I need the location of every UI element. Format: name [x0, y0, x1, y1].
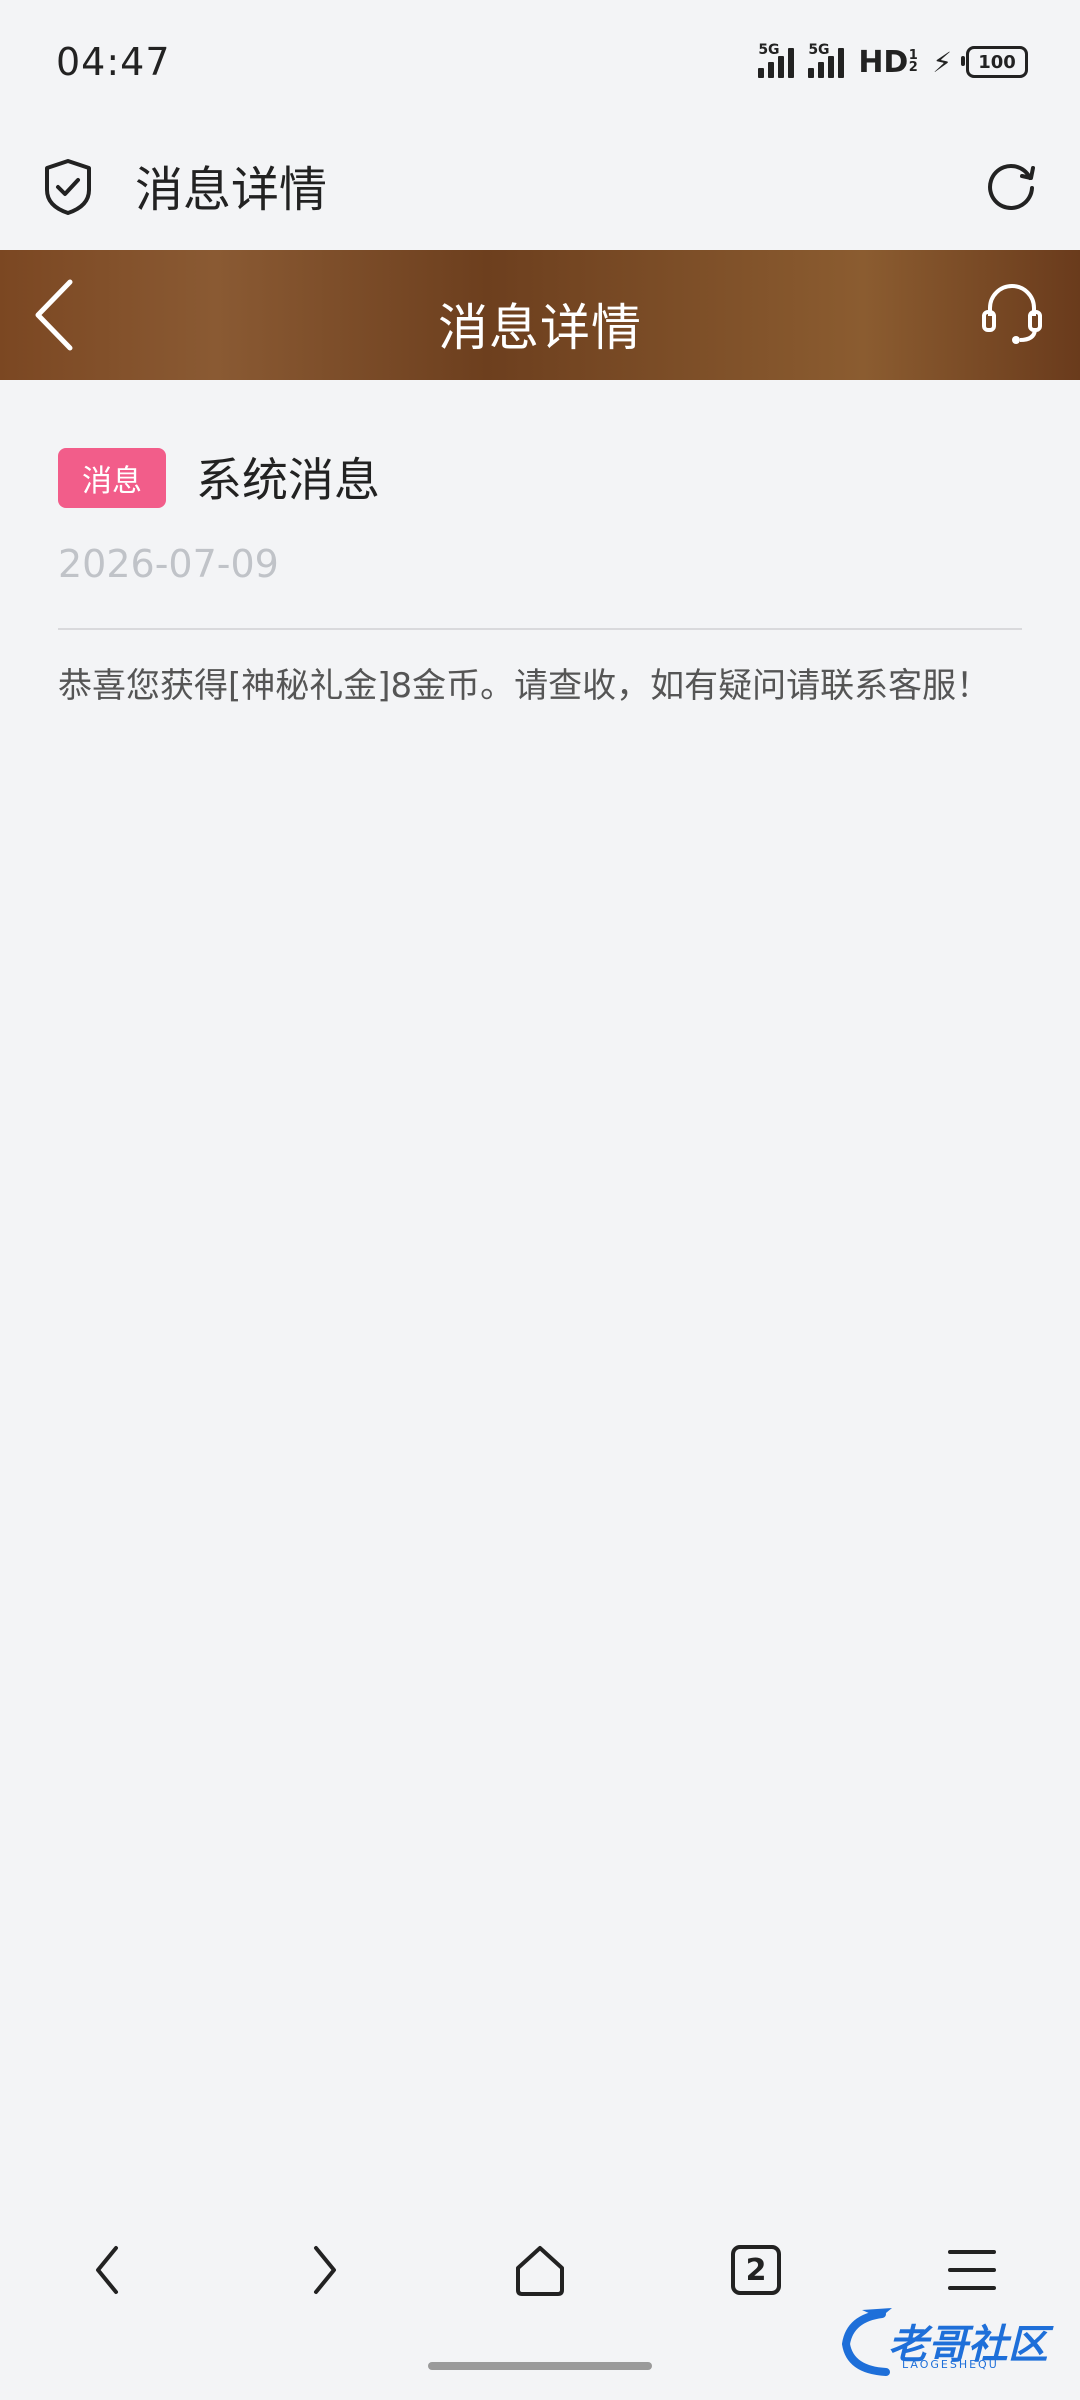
signal-icon-2: 5G: [808, 42, 845, 78]
home-indicator[interactable]: [428, 2362, 652, 2370]
tab-count: 2: [745, 2252, 767, 2288]
shield-icon[interactable]: [42, 158, 94, 216]
status-time: 04:47: [56, 40, 171, 84]
menu-icon: [948, 2250, 996, 2290]
browser-title: 消息详情: [135, 162, 328, 218]
refresh-icon[interactable]: [982, 156, 1040, 214]
message-tag: 消息: [58, 448, 166, 508]
page-title: 消息详情: [438, 299, 642, 357]
nav-tabs-button[interactable]: 2: [716, 2230, 796, 2310]
status-icons: 5G 5G HD 1 2 ⚡ 100: [758, 42, 1028, 82]
message-date: 2026-07-09: [58, 542, 279, 586]
nav-menu-button[interactable]: [932, 2230, 1012, 2310]
home-icon: [516, 2246, 564, 2296]
chevron-right-icon: [314, 2246, 336, 2294]
status-bar: 04:47 5G 5G HD 1 2 ⚡ 100: [0, 0, 1080, 120]
nav-back-button[interactable]: [68, 2230, 148, 2310]
charging-icon: ⚡: [932, 45, 952, 79]
headset-icon[interactable]: [980, 280, 1044, 346]
nav-forward-button[interactable]: [284, 2230, 364, 2310]
hd-icon: HD 1 2: [858, 44, 918, 80]
page-header: 消息详情: [0, 250, 1080, 380]
message-title: 系统消息: [196, 453, 380, 507]
nav-home-button[interactable]: [500, 2230, 580, 2310]
chevron-left-icon: [96, 2246, 118, 2294]
message-body: 恭喜您获得[神秘礼金]8金币。请查收，如有疑问请联系客服！: [58, 666, 991, 706]
watermark-logo: 老哥社区 LAOGESHEQU: [832, 2300, 1062, 2380]
watermark-subtext: LAOGESHEQU: [902, 2358, 999, 2371]
divider: [58, 628, 1022, 630]
battery-icon: 100: [961, 46, 1028, 78]
signal-icon: 5G: [758, 42, 795, 78]
